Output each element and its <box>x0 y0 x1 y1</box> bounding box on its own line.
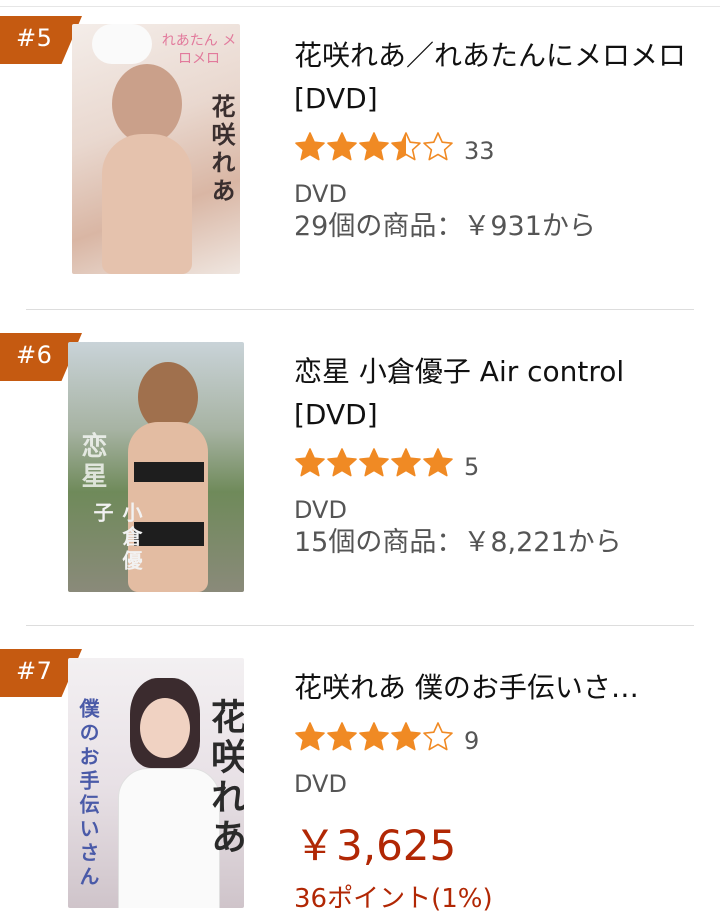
price[interactable]: ￥3,625 <box>294 812 456 873</box>
top-divider <box>0 6 720 7</box>
star-full-icon <box>391 722 421 751</box>
star-half-icon <box>391 132 421 161</box>
rank-badge: #5 <box>0 16 82 64</box>
star-full-icon <box>391 448 421 477</box>
product-title[interactable]: 花咲れあ 僕のお手伝いさ… <box>294 666 694 709</box>
rating-stars <box>294 447 454 479</box>
rating-stars <box>294 721 454 753</box>
star-empty-icon <box>423 722 453 751</box>
product-thumbnail[interactable]: 花咲れあ 僕のお手伝いさん <box>68 658 244 908</box>
product-thumbnail[interactable]: 小倉優子 恋星 <box>68 342 244 592</box>
star-full-icon <box>295 448 325 477</box>
rating-stars <box>294 131 454 163</box>
star-full-icon <box>327 448 357 477</box>
star-full-icon <box>359 132 389 161</box>
cover-title-text: 小倉優子 <box>90 502 143 574</box>
item-divider <box>26 309 694 310</box>
star-rating[interactable]: 5 <box>294 446 479 481</box>
review-count[interactable]: 33 <box>464 137 495 165</box>
cover-label-text: 僕のお手伝いさん <box>76 698 100 890</box>
product-title[interactable]: 恋星 小倉優子 Air control [DVD] <box>294 350 694 436</box>
star-full-icon <box>359 448 389 477</box>
star-full-icon <box>423 448 453 477</box>
star-rating[interactable]: 33 <box>294 130 495 165</box>
points-label: 36ポイント(1%) <box>294 884 493 914</box>
product-title[interactable]: 花咲れあ／れあたんにメロメロ [DVD] <box>294 34 694 120</box>
star-full-icon <box>359 722 389 751</box>
review-count[interactable]: 9 <box>464 727 479 755</box>
cover-title-text: 花咲れあ <box>207 94 236 206</box>
cover-label-text: れあたん メロメロ <box>161 33 237 67</box>
cover-label-text: 恋星 <box>77 432 107 492</box>
star-full-icon <box>327 132 357 161</box>
offers-link[interactable]: 15個の商品：￥8,221から <box>294 520 622 559</box>
offers-link[interactable]: 29個の商品：￥931から <box>294 204 596 243</box>
product-thumbnail[interactable]: 花咲れあ れあたん メロメロ <box>72 24 240 274</box>
format-label: DVD <box>294 770 347 798</box>
review-count[interactable]: 5 <box>464 453 479 481</box>
star-full-icon <box>327 722 357 751</box>
star-full-icon <box>295 132 325 161</box>
star-full-icon <box>295 722 325 751</box>
item-divider <box>26 625 694 626</box>
cover-title-text: 花咲れあ <box>205 698 244 858</box>
star-rating[interactable]: 9 <box>294 720 479 755</box>
star-empty-icon <box>423 132 453 161</box>
